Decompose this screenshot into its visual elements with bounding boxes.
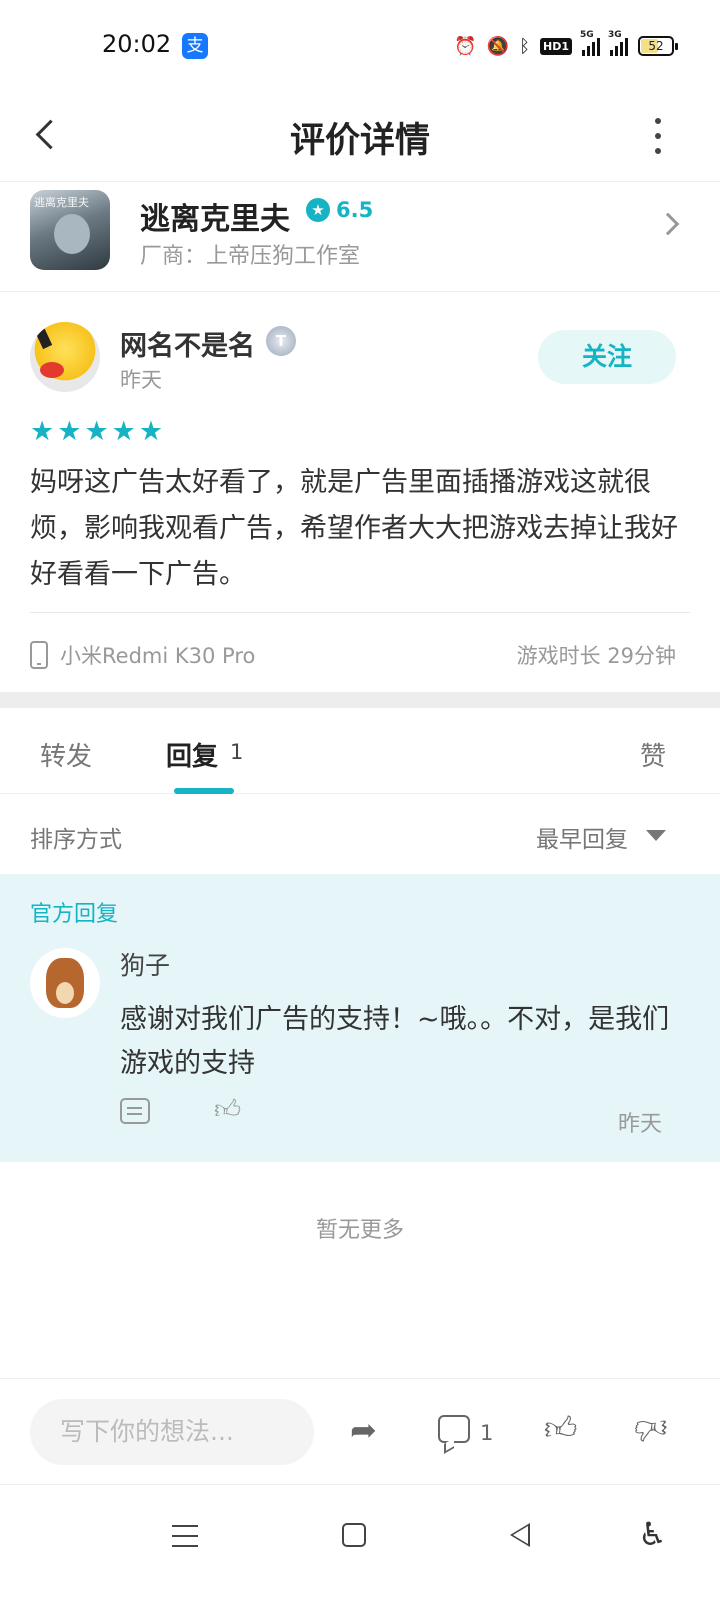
official-reply: 官方回复 狗子 感谢对我们广告的支持！~哦。。不对，是我们游戏的支持 👍︎ 昨天 [0,874,720,1162]
star-icon: ★ [84,416,109,447]
comment-count: 1 [480,1421,494,1445]
tab-forward[interactable]: 转发 [40,736,92,773]
game-vendor: 厂商：上帝压狗工作室 [140,244,361,269]
avatar[interactable] [30,322,100,392]
official-reply-label: 官方回复 [30,902,119,927]
sort-row: 排序方式 最早回复 [0,794,720,874]
user-level-badge-icon: T [266,326,296,356]
signal-5g-icon: 5G [580,30,600,56]
game-name: 逃离克里夫 [140,202,290,237]
alipay-icon: 支 [182,33,208,59]
sort-label: 排序方式 [30,827,122,853]
menu-icon[interactable] [172,1525,198,1547]
status-time: 20:02 [102,30,172,58]
review-content: 妈呀这广告太好看了，就是广告里面插播游戏这就很烦，影响我观看广告，希望作者大大把… [30,467,678,590]
star-icon: ★ [138,416,164,447]
page-title: 评价详情 [289,121,430,161]
device-name: 小米Redmi K30 Pro [60,644,256,668]
star-icon: ★ [111,416,136,447]
status-bar: 20:02 支 ⏰ 🔕 ᛒ HD1 5G 3G 52 [0,0,720,90]
status-icons: ⏰ 🔕 ᛒ HD1 5G 3G 52 [454,30,678,60]
star-icon: ★ [57,416,82,447]
comment-icon[interactable] [438,1415,470,1443]
game-icon: 逃离克里夫 [30,190,110,270]
chevron-right-icon[interactable] [656,212,680,236]
replier-name[interactable]: 狗子 [120,946,170,982]
star-icon: ★ [30,416,55,447]
game-rating: ★ 6.5 [306,198,373,222]
hd-icon: HD1 [540,37,572,55]
share-icon[interactable]: ➦ [350,1411,377,1449]
alarm-icon: ⏰ [454,35,477,57]
section-separator [0,692,720,708]
tab-like[interactable]: 赞 [640,736,666,773]
reply-date: 昨天 [617,1112,662,1137]
reply-tabs: 转发 回复 1 赞 [0,708,720,794]
device-info: 小米Redmi K30 Pro [30,640,255,670]
battery-icon: 52 [638,36,678,56]
top-app-bar: 评价详情 [0,90,720,182]
follow-button[interactable]: 关注 [538,330,676,384]
review-date: 昨天 [120,368,162,392]
mute-bell-icon: 🔕 [486,35,510,57]
comment-icon[interactable] [120,1098,150,1124]
more-menu-icon[interactable] [648,114,668,158]
system-nav-bar: ♿︎ [0,1484,720,1600]
phone-icon [30,641,48,669]
thumbs-up-icon[interactable]: 👍︎ [214,1094,241,1125]
no-more-text: 暂无更多 [315,1218,404,1243]
rating-value: 6.5 [336,198,374,222]
reply-content: 感谢对我们广告的支持！~哦。。不对，是我们游戏的支持 [120,1004,670,1079]
star-badge-icon: ★ [306,198,330,222]
game-card[interactable]: 逃离克里夫 逃离克里夫 ★ 6.5 厂商：上帝压狗工作室 [0,182,720,292]
back-triangle-icon[interactable] [510,1523,530,1547]
comment-input[interactable] [30,1399,314,1465]
caret-down-icon[interactable] [646,830,666,841]
bluetooth-icon: ᛒ [519,35,530,57]
divider [30,612,690,613]
review-card: 网名不是名 T 昨天 关注 ★ ★ ★ ★ ★ 妈呀这广告太好看了，就是广告里面… [0,292,720,692]
reply-count: 1 [230,740,244,764]
signal-3g-icon: 3G [608,30,628,56]
reviewer-name[interactable]: 网名不是名 [120,324,255,363]
sort-dropdown[interactable]: 最早回复 [536,820,628,854]
home-icon[interactable] [342,1523,366,1547]
play-time: 游戏时长 29分钟 [516,644,676,668]
bottom-action-bar: ➦ 1 👍︎ 👍︎ [0,1378,720,1484]
avatar[interactable] [30,948,100,1018]
thumbs-up-icon[interactable]: 👍︎ [544,1409,577,1448]
review-stars: ★ ★ ★ ★ ★ [30,418,163,446]
thumbs-down-icon[interactable]: 👍︎ [634,1409,667,1448]
accessibility-icon[interactable]: ♿︎ [638,1515,667,1553]
tab-reply[interactable]: 回复 [166,736,218,773]
